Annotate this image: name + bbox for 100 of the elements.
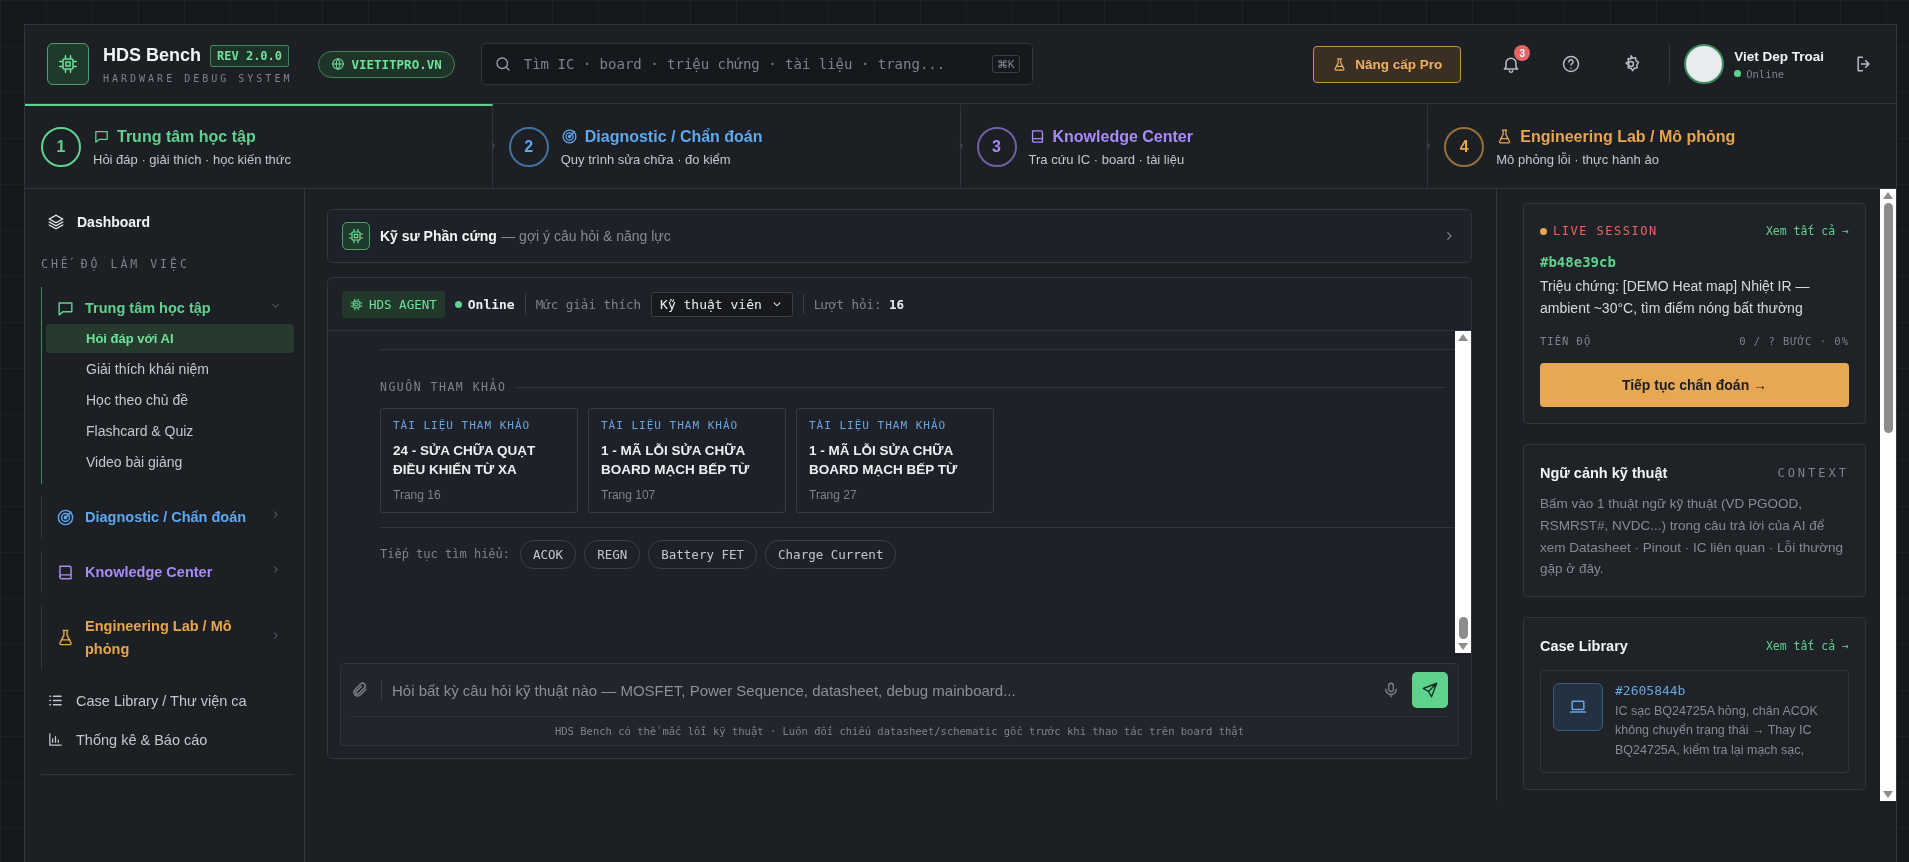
source-card[interactable]: TÀI LIỆU THAM KHẢO 1 - MÃ LỖI SỬA CHỮA BOARD MẠCH BẾP TỪ Trang 27 (796, 408, 994, 513)
version-badge: REV 2.0.0 (210, 44, 290, 67)
context-tag: CONTEXT (1777, 466, 1849, 481)
nav-subitem[interactable]: Video bài giảng (46, 447, 294, 478)
agent-status: Online (454, 296, 515, 312)
chip-icon (348, 228, 364, 244)
source-card[interactable]: TÀI LIỆU THAM KHẢO 1 - MÃ LỖI SỬA CHỮA BOARD MẠCH BẾP TỪ Trang 107 (588, 408, 786, 513)
workflow-step-tab[interactable]: 3 Knowledge Center Tra cứu IC · board · tài liệu (960, 104, 1429, 188)
flask-icon (56, 628, 75, 648)
source-tag: TÀI LIỆU THAM KHẢO (601, 419, 773, 432)
nav-link[interactable]: Case Library / Thư viện ca (41, 678, 294, 718)
case-library-title: Case Library (1540, 637, 1628, 654)
step-subtitle: Tra cứu IC · board · tài liệu (1028, 151, 1186, 167)
source-card[interactable]: TÀI LIỆU THAM KHẢO 24 - SỬA CHỮA QUẠT ĐIỀU KHIỂN TỪ XA Trang 16 (380, 408, 578, 513)
source-page: Trang 16 (393, 487, 442, 502)
help-button[interactable] (1561, 54, 1582, 74)
step-number: 1 (41, 127, 81, 167)
layers-icon (47, 213, 65, 231)
step-title: Engineering Lab / Mô phỏng (1520, 127, 1736, 146)
source-page: Trang 107 (601, 487, 657, 502)
bar-chart-icon (47, 731, 64, 749)
nav-subitem[interactable]: Flashcard & Quiz (46, 416, 294, 447)
case-id: #2605844b (1615, 682, 1687, 698)
send-icon (1421, 681, 1439, 699)
source-title: 1 - MÃ LỖI SỬA CHỮA BOARD MẠCH BẾP TỪ (601, 442, 751, 479)
step-title: Diagnostic / Chẩn đoán (584, 127, 763, 146)
nav-group-header[interactable]: Trung tâm học tập (42, 293, 294, 324)
shortcut-hint: ⌘K (991, 55, 1020, 73)
view-all-link[interactable]: Xem tất cả → (1765, 224, 1849, 238)
nav-group-header[interactable]: Knowledge Center (42, 556, 294, 588)
followup-label: Tiếp tục tìm hiểu: (380, 547, 511, 562)
app-subtitle: HARDWARE DEBUG SYSTEM (103, 72, 293, 84)
followup-chip[interactable]: Charge Current (765, 539, 897, 569)
sources-label: NGUỒN THAM KHẢO (380, 380, 507, 394)
site-badge[interactable]: VIETITPRO.VN (318, 50, 455, 78)
session-id: #b48e39cb (1540, 254, 1617, 270)
scrollbar[interactable] (1880, 189, 1896, 801)
send-button[interactable] (1412, 672, 1448, 708)
step-number: 4 (1444, 127, 1485, 167)
context-text: Bấm vào 1 thuật ngữ kỹ thuật (VD PGOOD, RSMRST#, NVDC...) trong câu trả lời của AI để xem Datasheet · Pinout · IC liên quan · Lỗi thường gặp ở đây. (1540, 495, 1845, 579)
upgrade-button[interactable]: Nâng cấp Pro (1313, 45, 1462, 83)
step-title: Knowledge Center (1052, 127, 1193, 146)
question-input[interactable]: Hỏi bất kỳ câu hỏi kỹ thuật nào — MOSFET, Power Sequence, datasheet, debug mainboard... (381, 680, 1370, 700)
chip-icon (58, 54, 78, 74)
followup-chip[interactable]: Battery FET (648, 539, 758, 569)
nav-subitem[interactable]: Hỏi đáp với AI (46, 324, 294, 354)
source-tag: TÀI LIỆU THAM KHẢO (809, 419, 981, 432)
followup-chip[interactable]: REGN (584, 539, 641, 569)
question-count: Lượt hỏi: 16 (813, 296, 905, 312)
disclaimer-text: HDS Bench có thể mắc lỗi kỹ thuật · Luôn đối chiếu datasheet/schematic gốc trước khi thao tác trên board thật (553, 725, 1246, 737)
step-subtitle: Hỏi đáp · giải thích · học kiến thức (93, 151, 292, 167)
workflow-step-tab[interactable]: 1 Trung tâm học tập Hỏi đáp · giải thích · học kiến thức (25, 104, 493, 188)
workflow-step-tab[interactable]: 4 Engineering Lab / Mô phỏng Mô phỏng lỗi · thực hành ảo (1428, 104, 1896, 188)
nav-link[interactable]: Thống kê & Báo cáo (41, 717, 294, 757)
progress-value: 0 / ? BƯỚC · 0% (1739, 335, 1849, 348)
continue-diagnosis-button[interactable]: Tiếp tục chẩn đoán → (1540, 363, 1849, 408)
globe-icon (331, 57, 346, 71)
source-title: 1 - MÃ LỖI SỬA CHỮA BOARD MẠCH BẾP TỪ (809, 442, 959, 479)
workflow-step-tab[interactable]: 2 Diagnostic / Chẩn đoán Quy trình sửa chữa · đo kiểm (492, 104, 961, 188)
section-label: CHẾ ĐỘ LÀM VIỆC (41, 257, 191, 271)
step-number: 3 (976, 127, 1017, 167)
help-icon (1561, 54, 1582, 74)
assistant-card[interactable]: Kỹ sư Phần cứng — gợi ý câu hỏi & năng lực (327, 209, 1472, 263)
live-session-label: LIVE SESSION (1540, 224, 1658, 238)
chip-icon (350, 297, 363, 311)
book-icon (56, 562, 75, 582)
search-field[interactable]: Tìm IC · board · triệu chứng · tài liệu · trang... ⌘K (480, 43, 1033, 85)
dashboard-link[interactable]: Dashboard (41, 213, 294, 231)
step-subtitle: Quy trình sửa chữa · đo kiểm (560, 151, 732, 167)
case-text: IC sạc BQ24725A hỏng, chân ACOK không chuyển trạng thái → Thay IC BQ24725A, kiểm tra lại mạch sạc, (1615, 702, 1819, 759)
step-title: Trung tâm học tập (117, 127, 256, 146)
assistant-card-text: Kỹ sư Phần cứng — gợi ý câu hỏi & năng lực (380, 227, 671, 245)
context-title: Ngữ cảnh kỹ thuật (1540, 465, 1668, 482)
view-all-link[interactable]: Xem tất cả → (1765, 638, 1849, 653)
flask-icon (1332, 56, 1348, 72)
nav-group-header[interactable]: Engineering Lab / Mô phỏng (42, 611, 294, 665)
level-label: Mức giải thích (535, 296, 642, 312)
notification-count: 3 (1514, 45, 1531, 61)
followup-chip[interactable]: ACOK (520, 539, 577, 569)
source-page: Trang 27 (809, 487, 858, 502)
session-symptom: Triệu chứng: [DEMO Heat map] Nhiệt IR — ambient ~30°C, tìm điểm nóng bất thường (1540, 277, 1811, 318)
app-title: HDS Bench (103, 45, 201, 66)
paperclip-icon (351, 681, 369, 699)
source-title: 24 - SỬA CHỮA QUẠT ĐIỀU KHIỂN TỪ XA (393, 442, 537, 479)
scrollbar[interactable] (1455, 331, 1471, 653)
progress-label: TIẾN ĐỘ (1540, 335, 1592, 348)
agent-badge: HDS AGENT (342, 290, 445, 318)
case-item[interactable]: #2605844b IC sạc BQ24725A hỏng, chân ACOK không chuyển trạng thái → Thay IC BQ24725A, kiểm tra lại mạch sạc, (1540, 669, 1849, 773)
nav-subitem[interactable]: Giải thích khái niệm (46, 354, 294, 385)
step-subtitle: Mô phỏng lỗi · thực hành ảo (1496, 151, 1660, 167)
level-select[interactable]: Kỹ thuật viên (651, 291, 793, 317)
step-number: 2 (508, 127, 549, 167)
nav-group-header[interactable]: Diagnostic / Chẩn đoán (42, 502, 294, 533)
microphone-icon (1382, 681, 1400, 699)
user-avatar (1684, 44, 1725, 84)
user-name: Viet Dep Troai (1734, 48, 1824, 64)
nav-subitem[interactable]: Học theo chủ đề (46, 385, 294, 416)
search-input[interactable]: Tìm IC · board · triệu chứng · tài liệu · trang... (521, 55, 982, 73)
target-icon (56, 508, 75, 528)
user-status: Online (1734, 67, 1824, 80)
